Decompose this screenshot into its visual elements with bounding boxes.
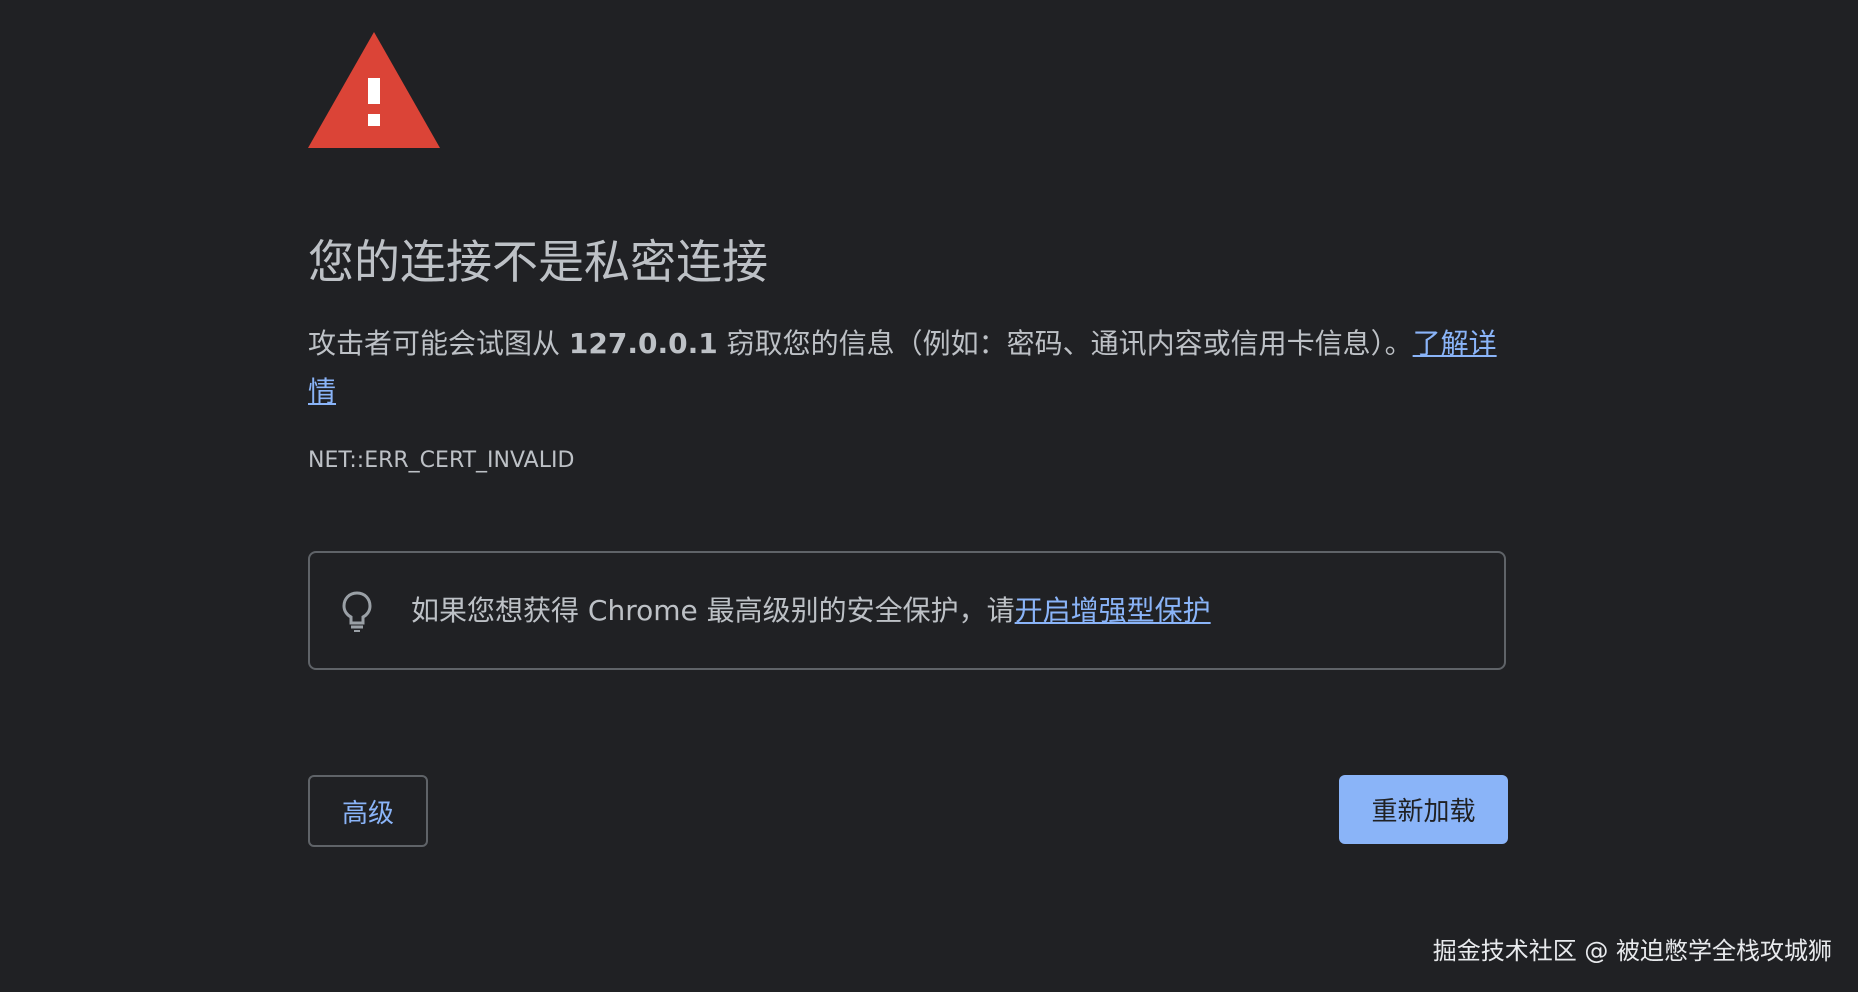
explanation-text: 攻击者可能会试图从 127.0.0.1 窃取您的信息（例如：密码、通讯内容或信用… [308, 320, 1508, 416]
lightbulb-icon [342, 591, 372, 632]
reload-button[interactable]: 重新加载 [1339, 775, 1508, 844]
watermark: 掘金技术社区 @ 被迫憋学全栈攻城狮 [1432, 937, 1832, 965]
host-name: 127.0.0.1 [568, 327, 718, 360]
enhanced-protection-text: 如果您想获得 Chrome 最高级别的安全保护，请开启增强型保护 [411, 553, 1211, 668]
explanation-suffix: 窃取您的信息（例如：密码、通讯内容或信用卡信息）。 [717, 327, 1413, 360]
enable-enhanced-protection-link[interactable]: 开启增强型保护 [1015, 594, 1211, 627]
enhanced-protection-box: 如果您想获得 Chrome 最高级别的安全保护，请开启增强型保护 [308, 551, 1506, 670]
explanation-prefix: 攻击者可能会试图从 [308, 327, 569, 360]
warning-triangle-icon [308, 32, 440, 148]
page-title: 您的连接不是私密连接 [308, 235, 768, 289]
page: 您的连接不是私密连接 攻击者可能会试图从 127.0.0.1 窃取您的信息（例如… [0, 0, 1858, 992]
error-code: NET::ERR_CERT_INVALID [308, 448, 575, 473]
enhanced-protection-message: 如果您想获得 Chrome 最高级别的安全保护，请 [411, 594, 1015, 627]
advanced-button[interactable]: 高级 [308, 775, 428, 847]
